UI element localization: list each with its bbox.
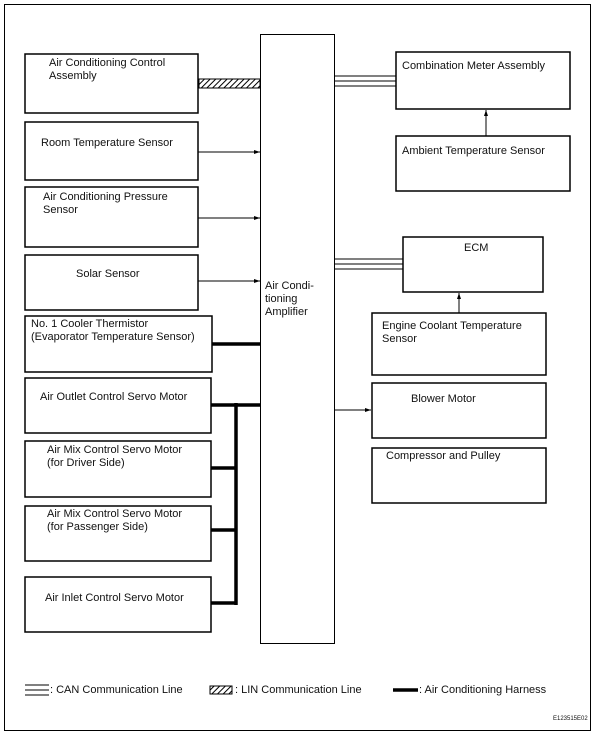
box-room-temp <box>24 121 199 181</box>
diagram: Air Conditioning Control Assembly Room Te… <box>0 0 595 734</box>
legend-can: : CAN Communication Line <box>50 684 183 696</box>
label-pressure: Air Conditioning Pressure Sensor <box>43 191 168 216</box>
label-ambient: Ambient Temperature Sensor <box>402 145 545 157</box>
legend-harness: : Air Conditioning Harness <box>419 684 547 696</box>
box-solar <box>24 254 199 311</box>
label-blower: Blower Motor <box>411 393 476 405</box>
box-blower <box>371 382 547 439</box>
label-room-temp: Room Temperature Sensor <box>41 137 173 149</box>
harness-lines <box>211 342 260 605</box>
label-outlet-servo: Air Outlet Control Servo Motor <box>40 391 188 403</box>
label-control-assembly: Air Conditioning Control Assembly <box>49 57 166 82</box>
legend-lin: : LIN Communication Line <box>235 684 362 696</box>
lin-line <box>198 78 261 89</box>
label-solar: Solar Sensor <box>76 268 140 280</box>
label-mix-driver: Air Mix Control Servo Motor (for Driver S… <box>47 444 183 469</box>
diagram-lines <box>4 4 591 731</box>
amplifier-box <box>260 34 335 644</box>
label-compressor: Compressor and Pulley <box>386 450 501 462</box>
label-thermistor: No. 1 Cooler Thermistor (Evaporator Tempe… <box>31 318 195 343</box>
label-combination-meter: Combination Meter Assembly <box>402 60 546 72</box>
label-ecm: ECM <box>464 242 489 254</box>
label-coolant: Engine Coolant Temperature Sensor <box>382 320 522 345</box>
label-inlet-servo: Air Inlet Control Servo Motor <box>45 592 184 604</box>
label-amplifier: Air Condi-tioning Amplifier <box>265 280 314 318</box>
can-lines <box>335 75 403 270</box>
label-mix-passenger: Air Mix Control Servo Motor (for Passenge… <box>47 508 183 533</box>
figure-code: E123515E02 <box>553 716 588 722</box>
box-outlet-servo <box>24 377 212 434</box>
